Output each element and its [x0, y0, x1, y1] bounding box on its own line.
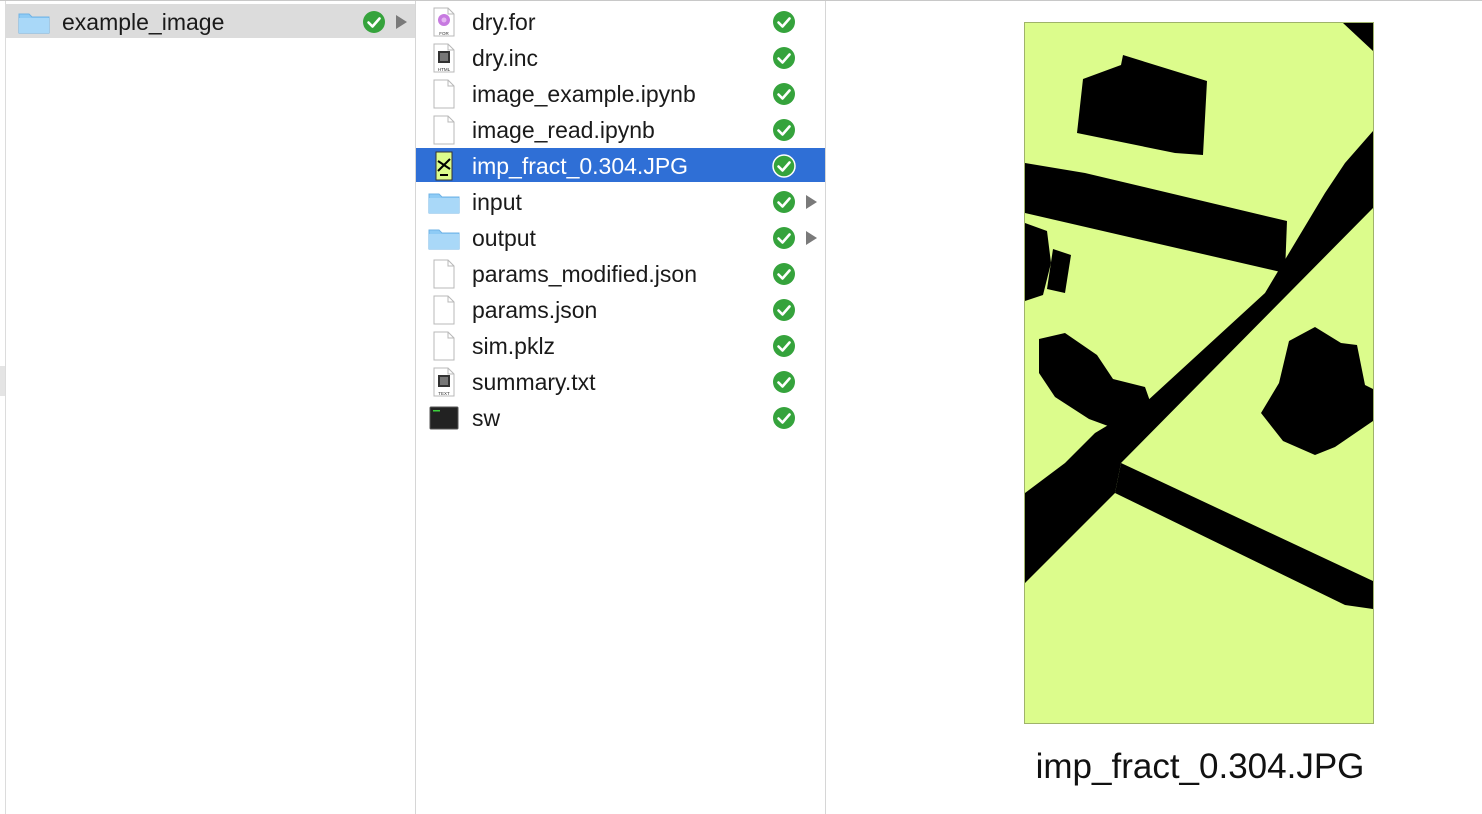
- file-row-sim-pklz[interactable]: sim.pklz: [416, 328, 825, 362]
- disclosure-arrow-icon[interactable]: [806, 231, 817, 245]
- folder-icon: [18, 13, 50, 34]
- terminal-executable-icon: [429, 406, 459, 430]
- finder-column-1[interactable]: example_image: [5, 1, 415, 814]
- sync-check-icon: [773, 47, 795, 69]
- file-name: example_image: [62, 9, 225, 35]
- folder-icon: [428, 193, 460, 214]
- file-name: dry.inc: [472, 45, 539, 71]
- file-name: dry.for: [472, 9, 536, 35]
- file-name: output: [472, 225, 536, 251]
- file-row-dry-for[interactable]: FOR dry.for: [416, 4, 825, 38]
- svg-text:TEXT: TEXT: [438, 391, 450, 396]
- file-name: params_modified.json: [472, 261, 698, 287]
- preview-pane: imp_fract_0.304.JPG: [826, 1, 1482, 814]
- sync-check-icon: [772, 154, 796, 178]
- sync-check-icon: [773, 11, 795, 33]
- text-file-icon: TEXT: [433, 367, 455, 397]
- sync-check-icon: [773, 335, 795, 357]
- file-name: summary.txt: [472, 369, 596, 395]
- sync-check-icon: [773, 407, 795, 429]
- file-name: image_read.ipynb: [472, 117, 655, 143]
- disclosure-arrow-icon[interactable]: [806, 195, 817, 209]
- sync-check-icon: [773, 263, 795, 285]
- sync-check-icon: [773, 371, 795, 393]
- blank-document-icon: [433, 115, 455, 145]
- sync-check-icon: [773, 119, 795, 141]
- file-row-dry-inc[interactable]: HTML dry.inc: [416, 40, 825, 74]
- blank-document-icon: [433, 331, 455, 361]
- disclosure-arrow-icon[interactable]: [396, 15, 407, 29]
- svg-text:FOR: FOR: [439, 31, 449, 36]
- file-row-summary-txt[interactable]: TEXT summary.txt: [416, 364, 825, 398]
- file-name: params.json: [472, 297, 598, 323]
- file-row-input[interactable]: input: [416, 184, 825, 218]
- blank-document-icon: [433, 79, 455, 109]
- file-row-image-read-ipynb[interactable]: image_read.ipynb: [416, 112, 825, 146]
- svg-text:HTML: HTML: [438, 67, 451, 72]
- blank-document-icon: [433, 259, 455, 289]
- html-file-icon: HTML: [433, 43, 455, 73]
- preview-image: [1024, 22, 1374, 724]
- jpg-thumbnail-icon: [435, 151, 453, 181]
- file-row-params-modified-json[interactable]: params_modified.json: [416, 256, 825, 290]
- file-name: sw: [472, 405, 501, 431]
- finder-column-2[interactable]: FOR dry.for HTML dry.inc image_example.ipynb…: [415, 1, 826, 814]
- file-row-image-example-ipynb[interactable]: image_example.ipynb: [416, 76, 825, 110]
- sync-check-icon: [773, 83, 795, 105]
- sync-check-icon: [363, 11, 385, 33]
- file-row-example-image[interactable]: example_image: [6, 4, 415, 38]
- file-name: image_example.ipynb: [472, 81, 696, 107]
- file-name: imp_fract_0.304.JPG: [472, 153, 689, 179]
- file-name: sim.pklz: [472, 333, 556, 359]
- file-row-params-json[interactable]: params.json: [416, 292, 825, 326]
- file-name: input: [472, 189, 522, 215]
- fortran-file-icon: FOR: [433, 7, 455, 37]
- folder-icon: [428, 229, 460, 250]
- file-row-sw[interactable]: sw: [416, 400, 825, 434]
- blank-document-icon: [433, 295, 455, 325]
- file-row-output[interactable]: output: [416, 220, 825, 254]
- preview-caption: imp_fract_0.304.JPG: [1035, 747, 1365, 786]
- sync-check-icon: [773, 227, 795, 249]
- sync-check-icon: [773, 191, 795, 213]
- file-row-imp-fract-0-304-jpg[interactable]: imp_fract_0.304.JPG: [416, 148, 825, 182]
- sync-check-icon: [773, 299, 795, 321]
